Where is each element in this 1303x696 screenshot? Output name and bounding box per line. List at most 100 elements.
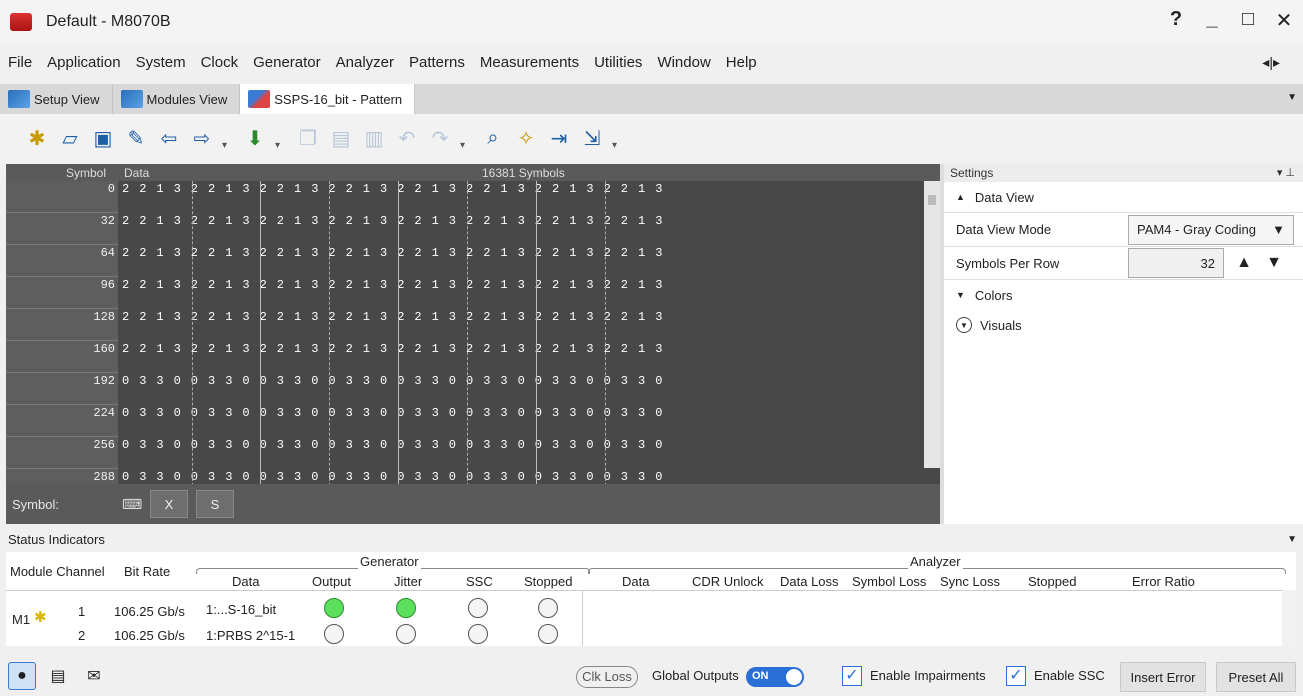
symbol-cell[interactable]: 3 — [655, 246, 662, 260]
menu-utilities[interactable]: Utilities — [594, 54, 642, 71]
symbol-cell[interactable]: 2 — [483, 310, 490, 324]
copy-icon[interactable]: ❐ — [295, 125, 321, 151]
symbol-cell[interactable]: 3 — [174, 182, 181, 196]
symbol-cell[interactable]: 3 — [483, 374, 490, 388]
symbol-cell[interactable]: 3 — [569, 470, 576, 484]
symbol-cell[interactable]: 1 — [225, 246, 232, 260]
symbol-cell[interactable]: 2 — [208, 214, 215, 228]
symbol-cell[interactable]: 2 — [414, 342, 421, 356]
symbol-cell[interactable]: 2 — [139, 246, 146, 260]
data-view-section[interactable]: ▲ Data View — [944, 182, 1303, 212]
symbol-cell[interactable]: 2 — [552, 342, 559, 356]
save-as-icon[interactable]: ✎ — [123, 125, 149, 151]
symbol-cell[interactable]: 2 — [483, 342, 490, 356]
message-icon[interactable]: ✉ — [80, 662, 108, 690]
symbol-cell[interactable]: 3 — [225, 406, 232, 420]
symbol-cell[interactable]: 1 — [500, 310, 507, 324]
symbol-cell[interactable]: 3 — [500, 438, 507, 452]
symbol-cell[interactable]: 3 — [414, 470, 421, 484]
symbol-cell[interactable]: 2 — [277, 246, 284, 260]
symbol-cell[interactable]: 3 — [311, 182, 318, 196]
symbol-cell[interactable]: 3 — [586, 310, 593, 324]
symbol-cell[interactable]: 0 — [122, 406, 129, 420]
restore-icon[interactable]: □ — [1237, 8, 1259, 33]
symbol-cell[interactable]: 3 — [294, 438, 301, 452]
symbol-cell[interactable]: 1 — [638, 342, 645, 356]
symbol-cell[interactable]: 3 — [139, 438, 146, 452]
symbol-cell[interactable]: 0 — [655, 374, 662, 388]
symbol-cell[interactable]: 3 — [655, 182, 662, 196]
symbol-cell[interactable]: 3 — [311, 310, 318, 324]
symbol-cell[interactable]: 2 — [414, 182, 421, 196]
row-values[interactable]: 22132213221322132213221322132213 — [118, 341, 924, 373]
symbol-cell[interactable]: 3 — [586, 214, 593, 228]
paste-s-icon[interactable]: ▤ — [328, 125, 354, 151]
symbol-x-button[interactable]: X — [150, 490, 188, 518]
symbol-cell[interactable]: 3 — [208, 374, 215, 388]
symbol-cell[interactable]: 1 — [432, 182, 439, 196]
symbol-cell[interactable]: 1 — [569, 278, 576, 292]
symbol-cell[interactable]: 3 — [174, 246, 181, 260]
symbol-cell[interactable]: 3 — [586, 182, 593, 196]
symbol-cell[interactable]: 3 — [380, 214, 387, 228]
symbol-cell[interactable]: 0 — [380, 438, 387, 452]
minimize-icon[interactable]: _ — [1201, 8, 1223, 33]
symbol-cell[interactable]: 3 — [432, 438, 439, 452]
symbol-cell[interactable]: 3 — [621, 470, 628, 484]
symbol-cell[interactable]: 3 — [156, 438, 163, 452]
symbol-cell[interactable]: 3 — [655, 310, 662, 324]
symbol-cell[interactable]: 2 — [139, 342, 146, 356]
symbol-cell[interactable]: 1 — [638, 214, 645, 228]
symbol-cell[interactable]: 3 — [208, 438, 215, 452]
symbol-cell[interactable]: 3 — [380, 310, 387, 324]
symbol-cell[interactable]: 1 — [638, 182, 645, 196]
symbol-cell[interactable]: 2 — [277, 310, 284, 324]
symbol-cell[interactable]: 3 — [449, 182, 456, 196]
symbol-cell[interactable]: 2 — [139, 214, 146, 228]
open-folder-icon[interactable]: ▱ — [57, 125, 83, 151]
symbol-cell[interactable]: 3 — [277, 406, 284, 420]
symbol-cell[interactable]: 3 — [174, 310, 181, 324]
symbol-cell[interactable]: 3 — [242, 214, 249, 228]
symbol-cell[interactable]: 3 — [363, 438, 370, 452]
symbol-cell[interactable]: 2 — [483, 214, 490, 228]
symbol-cell[interactable]: 2 — [208, 278, 215, 292]
symbol-cell[interactable]: 1 — [225, 182, 232, 196]
symbol-cell[interactable]: 0 — [655, 406, 662, 420]
symbol-cell[interactable]: 3 — [569, 374, 576, 388]
symbol-cell[interactable]: 2 — [208, 310, 215, 324]
save-icon[interactable]: ▣ — [90, 125, 116, 151]
goto-icon[interactable]: ⇥ — [546, 125, 572, 151]
symbol-cell[interactable]: 0 — [655, 470, 662, 484]
symbol-cell[interactable]: 0 — [518, 374, 525, 388]
symbol-cell[interactable]: 3 — [432, 406, 439, 420]
pin-icon[interactable]: ▾ ⊥ — [1277, 166, 1295, 179]
import-icon[interactable]: ⇦ — [156, 125, 182, 151]
symbol-cell[interactable]: 1 — [363, 214, 370, 228]
symbol-cell[interactable]: 1 — [225, 214, 232, 228]
symbol-cell[interactable]: 2 — [346, 278, 353, 292]
symbol-cell[interactable]: 3 — [449, 278, 456, 292]
symbol-cell[interactable]: 3 — [346, 470, 353, 484]
symbol-cell[interactable]: 3 — [500, 374, 507, 388]
menu-clock[interactable]: Clock — [201, 54, 239, 71]
undo-icon[interactable]: ↶ — [394, 125, 420, 151]
symbol-cell[interactable]: 0 — [242, 374, 249, 388]
symbol-cell[interactable]: 3 — [139, 374, 146, 388]
symbol-cell[interactable]: 3 — [638, 406, 645, 420]
enable-impairments-checkbox[interactable]: ✓ — [842, 666, 862, 686]
row-values[interactable]: 22132213221322132213221322132213 — [118, 181, 924, 213]
symbol-cell[interactable]: 1 — [363, 310, 370, 324]
symbol-cell[interactable]: 3 — [156, 374, 163, 388]
symbol-cell[interactable]: 0 — [586, 438, 593, 452]
symbol-cell[interactable]: 3 — [414, 406, 421, 420]
symbol-cell[interactable]: 3 — [225, 438, 232, 452]
symbol-cell[interactable]: 0 — [449, 438, 456, 452]
symbol-cell[interactable]: 2 — [552, 182, 559, 196]
symbol-cell[interactable]: 2 — [139, 182, 146, 196]
symbol-cell[interactable]: 2 — [208, 246, 215, 260]
download-icon[interactable]: ⬇ — [242, 125, 268, 151]
symbol-cell[interactable]: 3 — [174, 342, 181, 356]
symbol-cell[interactable]: 2 — [346, 310, 353, 324]
symbol-cell[interactable]: 3 — [174, 214, 181, 228]
